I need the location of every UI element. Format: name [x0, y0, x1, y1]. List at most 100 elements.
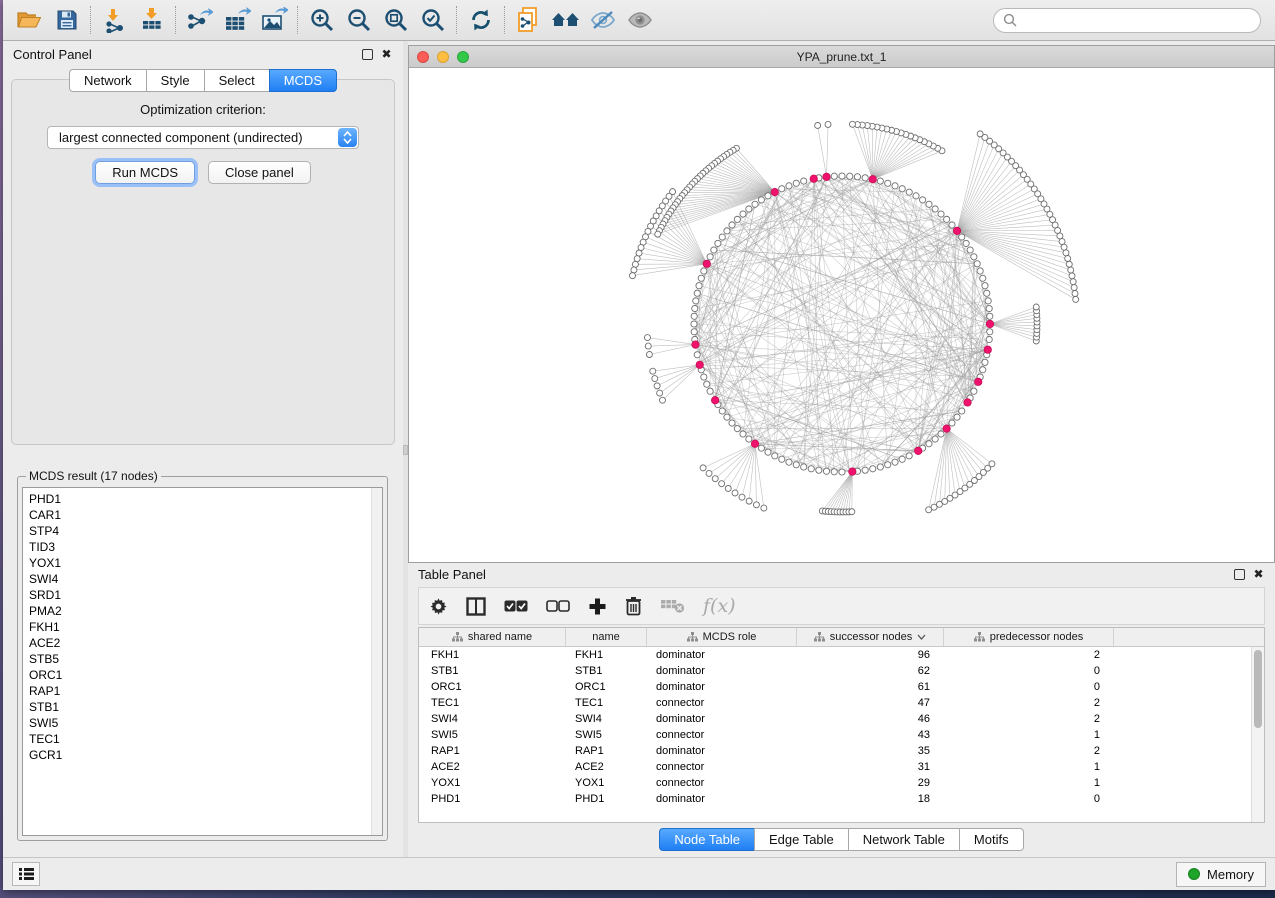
mcds-result-item[interactable]: STP4 — [29, 523, 382, 539]
mcds-result-item[interactable]: GCR1 — [29, 747, 382, 763]
clone-network-icon — [516, 6, 542, 34]
first-neighbors-icon — [551, 8, 581, 32]
close-table-panel-icon[interactable]: ✖ — [1252, 568, 1265, 581]
mcds-result-item[interactable]: RAP1 — [29, 683, 382, 699]
table-row[interactable]: ACE2ACE2connector311 — [419, 759, 1264, 775]
memory-button[interactable]: Memory — [1176, 862, 1266, 887]
float-panel-icon[interactable] — [362, 49, 373, 60]
table-row[interactable]: FKH1FKH1dominator962 — [419, 647, 1264, 663]
mcds-result-item[interactable]: YOX1 — [29, 555, 382, 571]
import-network-button[interactable] — [96, 3, 133, 37]
cell-MCDS-role: connector — [647, 761, 797, 773]
tab-motifs[interactable]: Motifs — [959, 828, 1024, 851]
table-panel: Table Panel ✖ f(x) shared namenameMCDS r… — [408, 563, 1275, 857]
cell-successor-nodes: 43 — [797, 729, 944, 741]
export-table-button[interactable] — [218, 3, 255, 37]
column-header-MCDS-role[interactable]: MCDS role — [647, 628, 797, 646]
toolbar-separator — [90, 6, 91, 34]
zoom-in-button[interactable] — [303, 3, 340, 37]
table-row[interactable]: RAP1RAP1dominator352 — [419, 743, 1264, 759]
close-panel-icon[interactable]: ✖ — [380, 48, 393, 61]
deselect-all-icon[interactable] — [546, 600, 570, 613]
refresh-layout-button[interactable] — [462, 3, 499, 37]
first-neighbors-button[interactable] — [547, 3, 584, 37]
mcds-result-item[interactable]: SWI5 — [29, 715, 382, 731]
table-row[interactable]: PHD1PHD1dominator180 — [419, 791, 1264, 807]
table-row[interactable]: SWI4SWI4dominator462 — [419, 711, 1264, 727]
function-builder-icon[interactable]: f(x) — [703, 595, 736, 617]
delete-table-icon[interactable] — [660, 598, 685, 614]
network-graph[interactable] — [409, 68, 1274, 562]
cell-predecessor-nodes: 0 — [944, 793, 1114, 805]
task-history-button[interactable] — [12, 862, 40, 886]
gear-icon[interactable] — [429, 597, 448, 616]
tab-edge-table[interactable]: Edge Table — [754, 828, 848, 851]
save-session-icon — [55, 8, 79, 32]
toolbar-separator — [456, 6, 457, 34]
column-header-name[interactable]: name — [566, 628, 647, 646]
export-network-button[interactable] — [181, 3, 218, 37]
mcds-result-item[interactable]: TID3 — [29, 539, 382, 555]
hide-selected-button[interactable] — [584, 3, 621, 37]
zoom-selected-button[interactable] — [414, 3, 451, 37]
column-header-predecessor-nodes[interactable]: predecessor nodes — [944, 628, 1114, 646]
column-header-successor-nodes[interactable]: successor nodes — [797, 628, 944, 646]
table-row[interactable]: TEC1TEC1connector472 — [419, 695, 1264, 711]
mcds-result-item[interactable]: ORC1 — [29, 667, 382, 683]
select-all-icon[interactable] — [504, 600, 528, 613]
mcds-list-scrollbar[interactable] — [371, 488, 382, 835]
tab-network[interactable]: Network — [69, 69, 146, 92]
zoom-fit-button[interactable] — [377, 3, 414, 37]
table-scrollbar-thumb[interactable] — [1254, 650, 1262, 728]
mcds-result-item[interactable]: STB1 — [29, 699, 382, 715]
search-input[interactable] — [1023, 13, 1251, 27]
tab-select[interactable]: Select — [204, 69, 269, 92]
cell-name: SWI5 — [566, 729, 647, 741]
float-table-panel-icon[interactable] — [1234, 569, 1245, 580]
close-panel-button[interactable]: Close panel — [208, 161, 311, 184]
tab-style[interactable]: Style — [146, 69, 204, 92]
cell-successor-nodes: 47 — [797, 697, 944, 709]
network-window-titlebar[interactable]: YPA_prune.txt_1 — [409, 46, 1274, 68]
column-header-shared-name[interactable]: shared name — [419, 628, 566, 646]
export-image-button[interactable] — [255, 3, 292, 37]
mcds-result-item[interactable]: FKH1 — [29, 619, 382, 635]
table-scrollbar[interactable] — [1251, 647, 1264, 822]
mcds-result-item[interactable]: SWI4 — [29, 571, 382, 587]
network-window-title: YPA_prune.txt_1 — [409, 50, 1274, 64]
open-file-button[interactable] — [11, 3, 48, 37]
table-row[interactable]: STB1STB1dominator620 — [419, 663, 1264, 679]
cell-MCDS-role: connector — [647, 729, 797, 741]
table-row[interactable]: ORC1ORC1dominator610 — [419, 679, 1264, 695]
column-view-icon[interactable] — [466, 597, 486, 616]
save-session-button[interactable] — [48, 3, 85, 37]
cell-successor-nodes: 18 — [797, 793, 944, 805]
table-row[interactable]: YOX1YOX1connector291 — [419, 775, 1264, 791]
mcds-result-item[interactable]: SRD1 — [29, 587, 382, 603]
mcds-result-item[interactable]: CAR1 — [29, 507, 382, 523]
tab-mcds[interactable]: MCDS — [269, 69, 337, 92]
table-row[interactable]: SWI5SWI5connector431 — [419, 727, 1264, 743]
mcds-result-item[interactable]: PHD1 — [29, 491, 382, 507]
cell-name: SWI4 — [566, 713, 647, 725]
mcds-result-item[interactable]: ACE2 — [29, 635, 382, 651]
clone-network-button[interactable] — [510, 3, 547, 37]
add-column-icon[interactable] — [588, 597, 607, 616]
mcds-result-list[interactable]: PHD1CAR1STP4TID3YOX1SWI4SRD1PMA2FKH1ACE2… — [22, 487, 383, 836]
tab-network-table[interactable]: Network Table — [848, 828, 959, 851]
delete-icon[interactable] — [625, 596, 642, 616]
optimization-criterion-select[interactable]: largest connected component (undirected) — [47, 126, 359, 149]
mcds-result-item[interactable]: STB5 — [29, 651, 382, 667]
show-all-button[interactable] — [621, 3, 658, 37]
cell-successor-nodes: 31 — [797, 761, 944, 773]
mcds-result-item[interactable]: TEC1 — [29, 731, 382, 747]
cell-MCDS-role: connector — [647, 777, 797, 789]
import-table-button[interactable] — [133, 3, 170, 37]
cell-shared-name: SWI5 — [419, 729, 566, 741]
mcds-result-item[interactable]: PMA2 — [29, 603, 382, 619]
run-mcds-button[interactable]: Run MCDS — [95, 161, 195, 184]
tab-node-table[interactable]: Node Table — [659, 828, 754, 851]
zoom-out-button[interactable] — [340, 3, 377, 37]
search-box[interactable] — [993, 8, 1261, 33]
network-canvas[interactable] — [409, 68, 1274, 562]
